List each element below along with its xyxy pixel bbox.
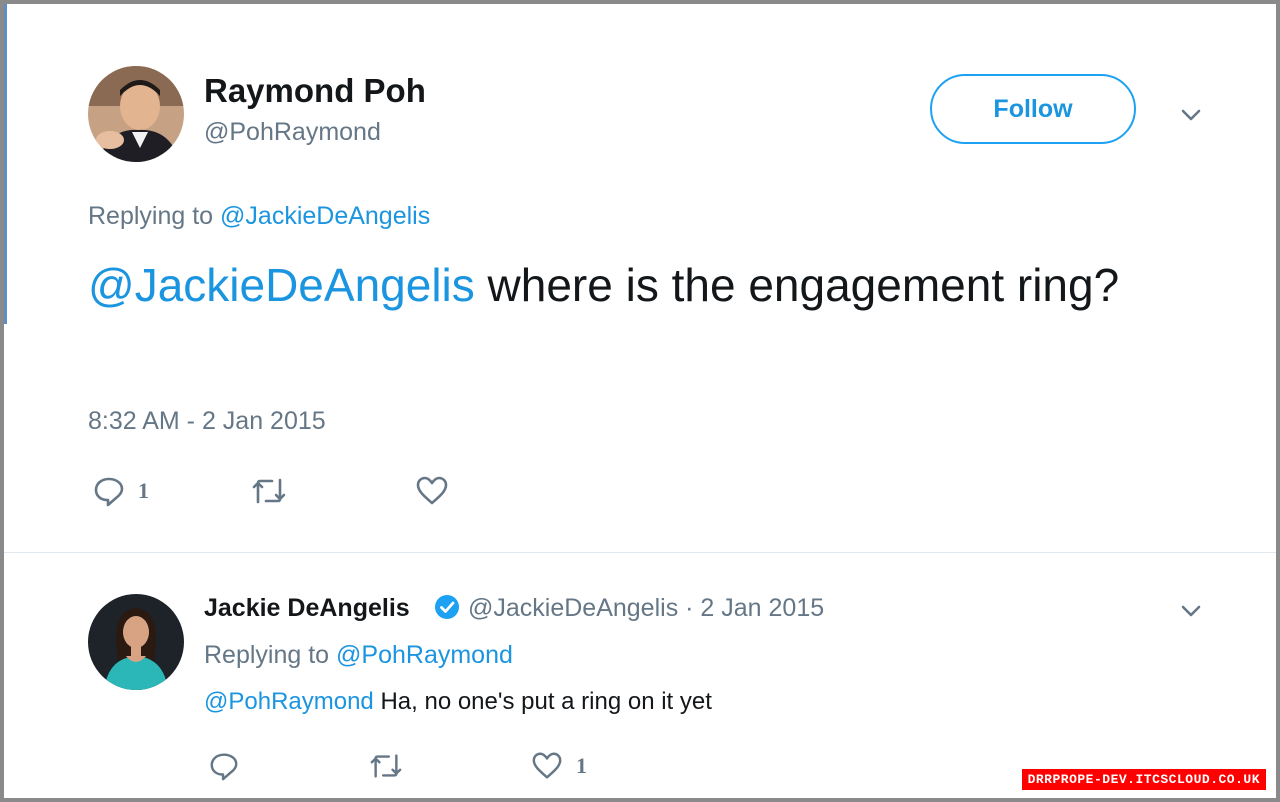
chevron-down-icon[interactable]	[1178, 598, 1204, 624]
reply-reply-action[interactable]	[208, 750, 240, 782]
like-action[interactable]	[414, 474, 450, 508]
jackie-avatar[interactable]	[88, 594, 184, 690]
reply-retweet-action[interactable]	[368, 750, 404, 782]
reply-icon	[92, 474, 126, 508]
left-accent-bar	[4, 4, 7, 324]
chevron-down-icon[interactable]	[1178, 102, 1204, 128]
reply-like-count: 1	[576, 753, 587, 778]
reply-count: 1	[138, 478, 149, 503]
tweet-mention-link[interactable]: @JackieDeAngelis	[88, 259, 475, 311]
verified-badge-icon	[434, 594, 460, 625]
reply-icon	[208, 750, 240, 782]
like-icon	[414, 474, 450, 508]
raymond-avatar[interactable]	[88, 66, 184, 162]
reply-mention-link[interactable]: @PohRaymond	[204, 688, 374, 715]
like-icon	[530, 750, 564, 782]
reply-replying-to-line: Replying to @PohRaymond	[204, 641, 513, 670]
replying-to-link[interactable]: @JackieDeAngelis	[220, 202, 430, 230]
tweet-card: Raymond Poh @PohRaymond Follow Replying …	[4, 4, 1276, 798]
author-handle[interactable]: @PohRaymond	[204, 118, 381, 147]
reply-replying-prefix: Replying to	[204, 641, 330, 669]
reply-like-action[interactable]: 1	[530, 750, 587, 782]
tweet-divider	[4, 552, 1276, 553]
retweet-icon	[368, 750, 404, 782]
retweet-icon	[250, 474, 288, 508]
reply-handle-line: @JackieDeAngelis · 2 Jan 2015	[468, 594, 824, 623]
replying-prefix: Replying to	[88, 202, 214, 230]
reply-body: Ha, no one's put a ring on it yet	[373, 688, 712, 715]
tweet-body: where is the engagement ring?	[474, 259, 1120, 311]
reply-date[interactable]: · 2 Jan 2015	[685, 594, 824, 622]
reply-author-handle[interactable]: @JackieDeAngelis	[468, 594, 678, 622]
tweet-text: @JackieDeAngelis where is the engagement…	[88, 254, 1208, 316]
tweet-timestamp[interactable]: 8:32 AM - 2 Jan 2015	[88, 407, 326, 436]
watermark-label: DRRPROPE-DEV.ITCSCLOUD.CO.UK	[1021, 769, 1266, 790]
replying-to-line: Replying to @JackieDeAngelis	[88, 202, 430, 231]
reply-replying-to-link[interactable]: @PohRaymond	[336, 641, 513, 669]
reply-text: @PohRaymond Ha, no one's put a ring on i…	[204, 688, 712, 716]
reply-author-name[interactable]: Jackie DeAngelis	[204, 594, 410, 623]
reply-action[interactable]: 1	[92, 474, 149, 508]
follow-button[interactable]: Follow	[930, 74, 1136, 144]
author-name[interactable]: Raymond Poh	[204, 72, 426, 110]
retweet-action[interactable]	[250, 474, 288, 508]
